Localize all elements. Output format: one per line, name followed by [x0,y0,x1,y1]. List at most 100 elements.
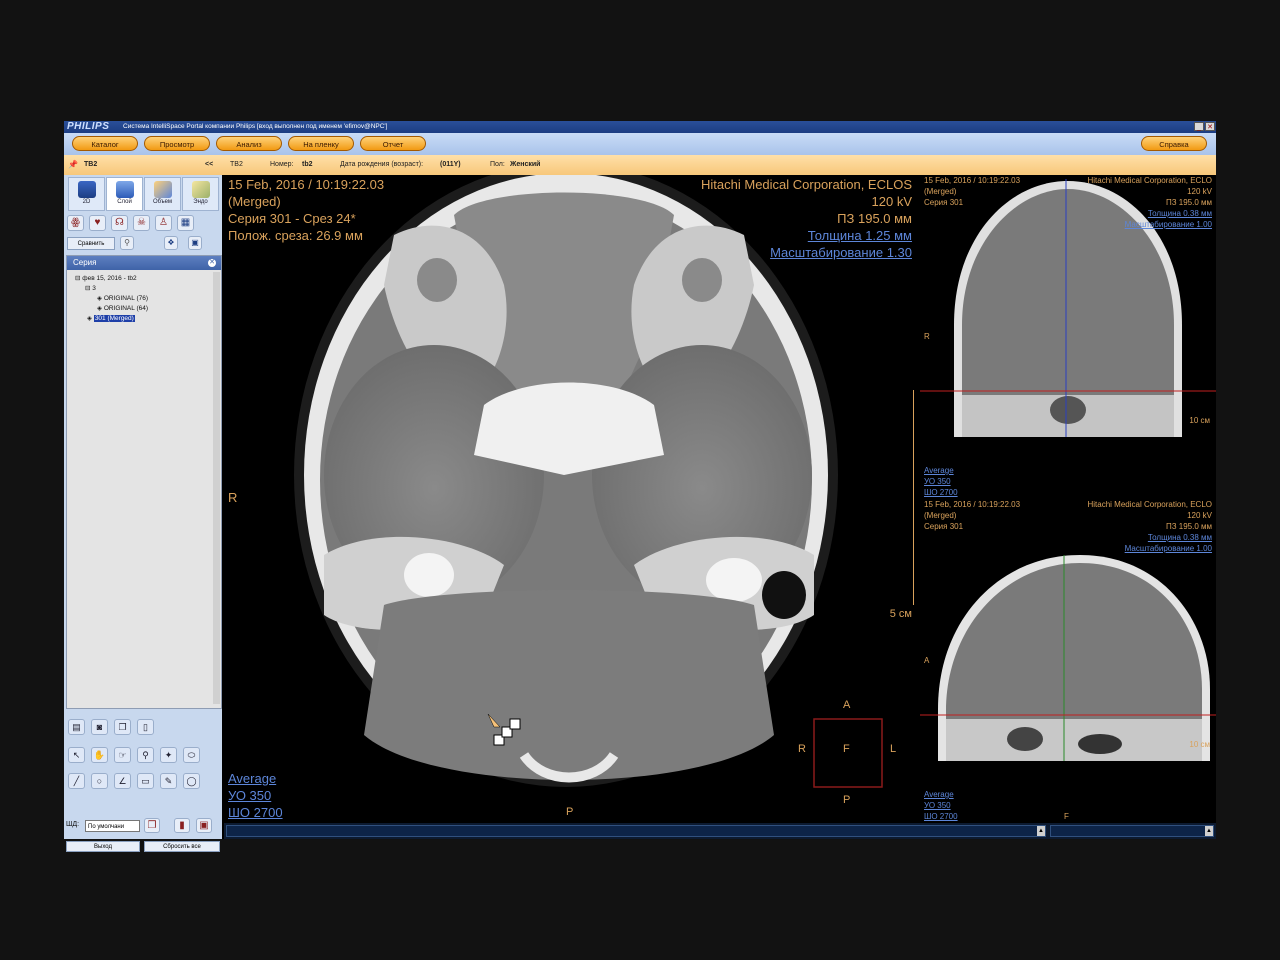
sagittal-orientation-bottom: F [1064,812,1069,821]
tree-series-item-selected[interactable]: ◈ 301 (Merged) [75,314,148,324]
series-scrollbar[interactable] [213,272,220,704]
window-width-link[interactable]: ШО 2700 [228,804,283,821]
tab-slice[interactable]: Слой [106,177,143,211]
sagittal-merged: (Merged) [924,511,957,520]
status-side-expand-icon[interactable]: ▲ [1205,826,1213,836]
coronal-window-width[interactable]: ШО 2700 [924,487,958,497]
coronal-series: Серия 301 [924,198,964,207]
display-settings-icon[interactable]: ▣ [188,236,202,250]
film-button[interactable]: На пленку [288,136,354,151]
sagittal-series: Серия 301 [924,522,964,531]
report-button[interactable]: Отчет [360,136,426,151]
roi-icon[interactable]: ◯ [183,773,200,789]
dob-label: Дата рождения (возраст): [340,161,424,168]
slice-icon [115,181,134,198]
copy-icon[interactable]: ❐ [114,719,131,735]
sagittal-orientation-left: A [924,656,930,665]
tree-series-item[interactable]: ◈ ORIGINAL (76) [75,294,148,304]
sagittal-window-width[interactable]: ШО 2700 [924,811,958,821]
coronal-window-level[interactable]: УО 350 [924,476,951,487]
coronal-scale-link[interactable]: Масштабирование 1.00 [1125,219,1212,230]
skull-icon[interactable]: ☠ [133,215,150,231]
sheet-icon[interactable]: ▮ [174,818,190,833]
axial-viewport[interactable]: 15 Feb, 2016 / 10:19:22.03 (Merged) Сери… [224,175,918,821]
heart-icon[interactable]: ♥ [89,215,106,231]
coronal-kv: 120 kV [1187,187,1212,196]
exit-button[interactable]: Выход [66,841,140,852]
window-level-link[interactable]: УО 350 [228,787,271,804]
tool-icon-row: ꙮ ♥ ☊ ☠ ♙ ▦ [67,215,194,233]
merged-label: (Merged) [228,194,281,209]
ellipse-icon[interactable]: ⬭ [183,747,200,763]
select-icon[interactable]: ☞ [114,747,131,763]
series-panel: Серия ✕ ⊟ фев 15, 2016 - tb2 ⊟ 3 ◈ ORIGI… [66,255,222,709]
thickness-link[interactable]: Толщина 1.25 мм [808,227,912,244]
endo-icon [191,181,210,198]
sagittal-window-level[interactable]: УО 350 [924,800,951,811]
camera-icon[interactable]: ◙ [91,719,108,735]
bottom-toolbox: ▤ ◙ ❐ ▯ ↖ ✋ ☞ ⚲ ✦ ⬭ ╱ ○ ∠ ▭ ✎ ◯ ШД: По у… [64,715,222,852]
pan-icon[interactable]: ✋ [91,747,108,763]
zoom-icon[interactable]: ⚲ [137,747,154,763]
measure-tools-row: ╱ ○ ∠ ▭ ✎ ◯ [68,773,200,789]
layout-icon[interactable]: ▦ [177,215,194,231]
axial-ct-image [294,175,883,788]
hanging-protocol-icon[interactable]: ❖ [164,236,178,250]
book-icon[interactable]: ▯ [137,719,154,735]
tree-study[interactable]: ⊟ фев 15, 2016 - tb2 [75,274,148,284]
sagittal-viewport[interactable]: F 15 Feb, 2016 / 10:19:22.03 (Merged) Се… [920,499,1216,821]
view-button[interactable]: Просмотр [144,136,210,151]
analysis-button[interactable]: Анализ [216,136,282,151]
series-panel-title: Серия [73,258,97,267]
tree-group[interactable]: ⊟ 3 [75,284,148,294]
body-icon[interactable]: ♙ [155,215,172,231]
help-button[interactable]: Справка [1141,136,1207,151]
layers-icon[interactable]: ❐ [144,818,160,833]
catalog-button[interactable]: Каталог [72,136,138,151]
sagittal-thickness-link[interactable]: Толщина 0.38 мм [1148,532,1212,543]
sagittal-window-mode[interactable]: Average [924,789,954,800]
window-level-icon[interactable]: ✦ [160,747,177,763]
close-icon[interactable]: ✕ [208,259,216,267]
report-icon[interactable]: ▣ [196,818,212,833]
tab-2d[interactable]: 2D [68,177,105,211]
window-mode-link[interactable]: Average [228,770,276,787]
scale-link[interactable]: Масштабирование 1.30 [770,244,912,261]
brain-icon[interactable]: ☊ [111,215,128,231]
coronal-viewport[interactable]: 15 Feb, 2016 / 10:19:22.03 (Merged) Сери… [920,175,1216,497]
patient-tab[interactable]: TB2 [84,161,97,168]
tab-endo[interactable]: Эндо [182,177,219,211]
left-panel: 2D Слой Объем Эндо ꙮ ♥ ☊ ☠ ♙ ▦ Сравнить [64,175,222,852]
tree-series-item[interactable]: ◈ ORIGINAL (64) [75,304,148,314]
lungs-icon[interactable]: ꙮ [67,215,84,231]
study-date: 15 Feb, 2016 / 10:19:22.03 [228,177,385,192]
manufacturer-label: Hitachi Medical Corporation, ECLOS [701,177,912,192]
coronal-merged: (Merged) [924,187,957,196]
status-expand-icon[interactable]: ▲ [1037,826,1045,836]
save-icon[interactable]: ▤ [68,719,85,735]
sagittal-scale-link[interactable]: Масштабирование 1.00 [1125,543,1212,554]
close-window-button[interactable]: ✕ [1205,122,1215,131]
shd-select[interactable]: По умолчани [85,820,140,832]
coronal-thickness-link[interactable]: Толщина 0.38 мм [1148,208,1212,219]
angle-icon[interactable]: ∠ [114,773,131,789]
ruler-icon[interactable]: ▭ [137,773,154,789]
coronal-window-mode[interactable]: Average [924,465,954,476]
compare-button[interactable]: Сравнить [67,237,115,250]
minimize-button[interactable]: _ [1194,122,1204,131]
pin-icon[interactable]: 📌 [68,160,78,169]
pointer-icon[interactable]: ↖ [68,747,85,763]
cube-posterior: P [843,794,851,806]
reset-all-button[interactable]: Сбросить все [144,841,220,852]
line-icon[interactable]: ╱ [68,773,85,789]
sex-label: Пол: [490,161,505,168]
sagittal-scale-bar-label: 10 см [1189,740,1210,749]
collapse-panel-button[interactable]: << [205,161,213,168]
sex-value: Женский [510,161,541,168]
tab-volume[interactable]: Объем [144,177,181,211]
coronal-fov: ПЗ 195.0 мм [1165,198,1212,207]
link-icon[interactable]: ⚲ [120,236,134,250]
cube-right: R [798,743,806,755]
circle-icon[interactable]: ○ [91,773,108,789]
annotation-icon[interactable]: ✎ [160,773,177,789]
